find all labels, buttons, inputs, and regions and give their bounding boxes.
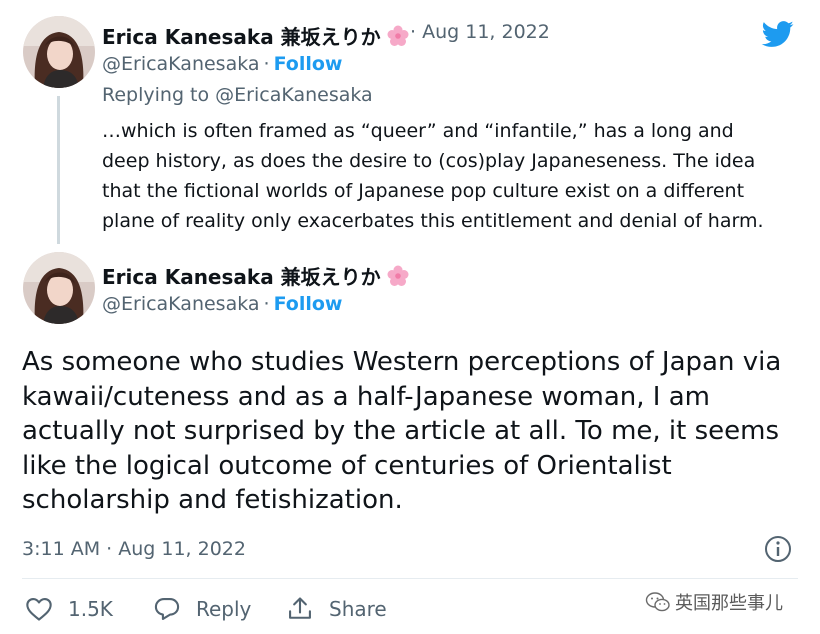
- avatar[interactable]: [23, 16, 95, 88]
- handle-separator: ·: [263, 293, 270, 315]
- tweet-text: …which is often framed as “queer” and “i…: [102, 116, 802, 236]
- tweet-text-line: deep history, as does the desire to (cos…: [102, 150, 756, 172]
- like-button[interactable]: 1.5K: [24, 595, 113, 623]
- author-handle[interactable]: @EricaKanesaka: [102, 53, 260, 75]
- follow-button[interactable]: Follow: [274, 53, 343, 75]
- share-button[interactable]: Share: [285, 595, 387, 623]
- author-handle-row: @EricaKanesaka · Follow: [102, 293, 343, 315]
- like-count: 1.5K: [68, 597, 113, 621]
- reply-button[interactable]: Reply: [152, 595, 251, 623]
- thread-connector: [57, 96, 60, 244]
- tweet-text-line: actually not surprised by the article at…: [22, 416, 780, 446]
- share-label: Share: [329, 597, 387, 621]
- watermark: 英国那些事儿: [645, 589, 783, 615]
- tweet-text: As someone who studies Western perceptio…: [22, 345, 812, 518]
- author-name-text: Erica Kanesaka 兼坂えりか: [102, 265, 381, 289]
- date-separator: ·: [410, 21, 417, 43]
- tweet-text-line: plane of reality only exacerbates this e…: [102, 210, 764, 232]
- reply-bubble-icon: [154, 598, 180, 620]
- tweet-date[interactable]: · Aug 11, 2022: [410, 21, 550, 43]
- tweet-text-line: scholarship and fetishization.: [22, 485, 403, 515]
- twitter-bird-icon[interactable]: [760, 18, 796, 54]
- tweet-text-line: that the fictional worlds of Japanese po…: [102, 180, 745, 202]
- author-handle[interactable]: @EricaKanesaka: [102, 293, 260, 315]
- divider: [22, 578, 798, 579]
- tweet-text-line: …which is often framed as “queer” and “i…: [102, 120, 734, 142]
- date-text: Aug 11, 2022: [422, 21, 550, 43]
- author-name[interactable]: Erica Kanesaka 兼坂えりか: [102, 261, 409, 292]
- follow-button[interactable]: Follow: [274, 293, 343, 315]
- author-name[interactable]: Erica Kanesaka 兼坂えりか: [102, 21, 409, 52]
- tweet-text-line: like the logical outcome of centuries of…: [22, 450, 672, 481]
- wechat-icon: [645, 592, 670, 612]
- watermark-text: 英国那些事儿: [675, 593, 783, 614]
- replying-to[interactable]: Replying to @EricaKanesaka: [102, 84, 373, 106]
- share-icon: [289, 597, 311, 619]
- author-name-text: Erica Kanesaka 兼坂えりか: [102, 25, 381, 49]
- tweet-text-line: As someone who studies Western perceptio…: [22, 347, 782, 377]
- cherry-blossom-icon: [387, 265, 409, 292]
- handle-separator: ·: [263, 53, 270, 75]
- tweet-timestamp[interactable]: 3:11 AM · Aug 11, 2022: [22, 538, 246, 560]
- avatar[interactable]: [23, 252, 95, 324]
- reply-label: Reply: [196, 597, 252, 621]
- info-icon[interactable]: [764, 535, 792, 567]
- tweet-text-line: kawaii/cuteness and as a half-Japanese w…: [22, 381, 710, 412]
- author-handle-row: @EricaKanesaka · Follow: [102, 53, 343, 75]
- cherry-blossom-icon: [387, 25, 409, 52]
- heart-icon: [26, 598, 52, 621]
